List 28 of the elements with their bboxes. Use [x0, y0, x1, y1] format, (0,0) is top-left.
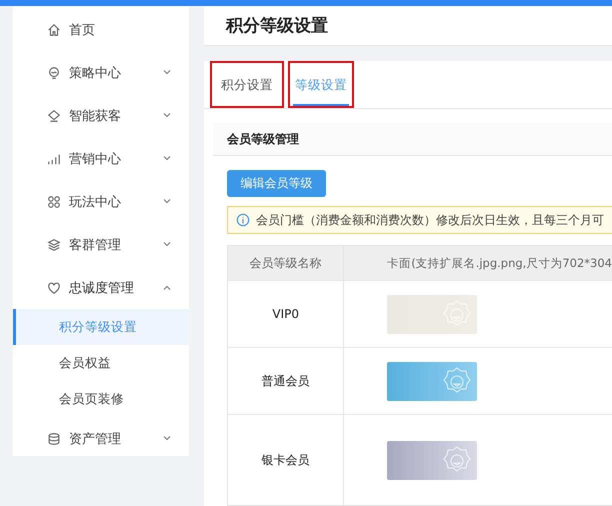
sidebar-subitem[interactable]: 会员权益 — [13, 345, 190, 381]
table-cell: 银卡会员 — [228, 415, 344, 505]
bulb-icon — [47, 66, 61, 80]
sidebar-item[interactable]: 玩法中心 — [13, 180, 190, 223]
notice-text: 会员门槛（消费金额和消费次数）修改后次日生效，且每三个月可 — [256, 212, 604, 228]
heart-icon — [47, 280, 61, 294]
sidebar-item[interactable]: 忠诚度管理 — [13, 266, 190, 309]
database-icon — [47, 432, 61, 446]
sidebar-item[interactable]: 客群管理 — [13, 223, 190, 266]
table-cell: VIP0 — [228, 281, 344, 347]
diamond-icon — [47, 108, 61, 122]
home-icon — [47, 22, 61, 36]
page-title: 积分等级设置 — [226, 15, 328, 37]
tab[interactable]: 积分设置 — [210, 61, 284, 108]
sidebar-subitem[interactable]: 会员页装修 — [13, 381, 190, 417]
info-icon — [236, 213, 250, 227]
grid-icon — [47, 194, 61, 208]
column-header: 会员等级名称 — [228, 246, 344, 280]
column-header: 卡面(支持扩展名.jpg.png,尺寸为702*304 — [386, 254, 612, 272]
sidebar-item[interactable]: 资产管理 — [13, 417, 190, 460]
sidebar-item[interactable]: 策略中心 — [13, 51, 190, 94]
section-title: 会员等级管理 — [213, 123, 612, 156]
bar-chart-icon — [47, 152, 61, 166]
table-cell: 普通会员 — [228, 348, 344, 414]
sidebar-item[interactable]: 智能获客 — [13, 94, 190, 137]
layers-icon — [47, 238, 61, 252]
sidebar-item[interactable]: 首页 — [13, 8, 190, 51]
sidebar-item[interactable]: 营销中心 — [13, 137, 190, 180]
